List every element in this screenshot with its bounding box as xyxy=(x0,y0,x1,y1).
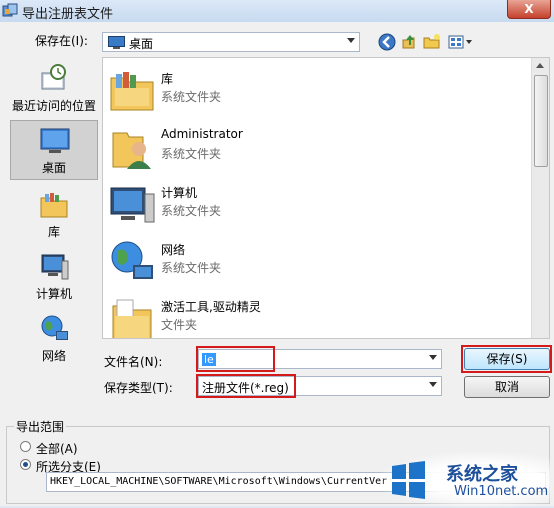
view-menu-icon[interactable] xyxy=(447,32,473,52)
watermark: 系统之家 Win10net.com xyxy=(380,452,550,508)
place-network[interactable]: 网络 xyxy=(10,309,98,367)
chevron-down-icon[interactable] xyxy=(347,38,355,43)
new-folder-icon[interactable] xyxy=(422,32,442,52)
places-bar: 最近访问的位置 桌面 库 计算机 网络 xyxy=(6,57,101,385)
place-label: 库 xyxy=(47,225,60,239)
file-type: 系统文件夹 xyxy=(161,147,222,161)
brand-logo-icon xyxy=(392,461,425,499)
filetype-dropdown[interactable]: 注册文件(*.reg) xyxy=(198,376,442,396)
place-computer[interactable]: 计算机 xyxy=(10,247,98,305)
filename-value[interactable]: le xyxy=(202,353,216,366)
place-label: 最近访问的位置 xyxy=(11,99,96,113)
recent-places-icon xyxy=(41,64,66,90)
libraries-folder-icon xyxy=(110,72,154,111)
radio-button[interactable] xyxy=(20,441,31,452)
back-icon[interactable] xyxy=(377,32,397,52)
registry-icon xyxy=(2,3,18,17)
chevron-down-icon[interactable] xyxy=(429,382,437,387)
place-label: 网络 xyxy=(41,349,66,363)
place-label: 桌面 xyxy=(41,161,66,175)
save-in-label: 保存在(I): xyxy=(35,34,88,48)
libraries-icon xyxy=(40,193,68,218)
user-folder-icon xyxy=(112,132,151,169)
filename-input[interactable]: le xyxy=(198,349,442,369)
save-in-dropdown[interactable]: 桌面 xyxy=(102,32,360,52)
list-item[interactable]: 计算机 系统文件夹 xyxy=(103,176,528,232)
scroll-up-icon[interactable] xyxy=(536,63,544,68)
dialog-body: 保存在(I): 桌面 最近访问的位置 桌面 库 计算机 网络 库 系统文件夹 A… xyxy=(0,22,554,508)
save-in-value: 桌面 xyxy=(129,37,154,51)
cancel-button[interactable]: 取消 xyxy=(464,376,550,398)
title-bar: 导出注册表文件 X xyxy=(0,0,554,22)
folder-icon xyxy=(112,299,152,338)
place-desktop[interactable]: 桌面 xyxy=(10,120,98,180)
window-title: 导出注册表文件 xyxy=(22,7,114,22)
radio-button[interactable] xyxy=(20,459,31,470)
watermark-site: Win10net.com xyxy=(454,484,549,499)
list-item[interactable]: 网络 系统文件夹 xyxy=(103,233,528,289)
save-button[interactable]: 保存(S) xyxy=(464,348,550,370)
filename-label: 文件名(N): xyxy=(104,355,163,369)
desktop-icon xyxy=(40,128,70,153)
desktop-icon xyxy=(108,36,125,49)
radio-label: 全部(A) xyxy=(36,442,78,456)
list-item[interactable]: 库 系统文件夹 xyxy=(103,62,528,118)
file-name: 库 xyxy=(161,72,174,86)
list-item[interactable]: 激活工具,驱动精灵 文件夹 xyxy=(103,290,528,338)
file-type: 系统文件夹 xyxy=(161,261,222,275)
place-label: 计算机 xyxy=(35,287,72,301)
branch-path-value: HKEY_LOCAL_MACHINE\SOFTWARE\Microsoft\Wi… xyxy=(50,476,388,487)
filetype-label: 保存类型(T): xyxy=(104,381,173,395)
filetype-value: 注册文件(*.reg) xyxy=(202,381,289,395)
place-recent[interactable]: 最近访问的位置 xyxy=(10,59,98,117)
file-type: 系统文件夹 xyxy=(161,204,222,218)
file-type: 系统文件夹 xyxy=(161,90,222,104)
network-icon xyxy=(111,241,153,279)
place-libraries[interactable]: 库 xyxy=(10,185,98,243)
file-type: 文件夹 xyxy=(161,318,198,332)
scroll-thumb[interactable] xyxy=(534,75,548,167)
file-list[interactable]: 库 系统文件夹 Administrator 系统文件夹 计算机 系统文件夹 网络… xyxy=(102,57,550,339)
up-folder-icon[interactable] xyxy=(400,32,420,52)
file-name: 计算机 xyxy=(161,186,198,200)
computer-icon xyxy=(41,254,69,280)
chevron-down-icon[interactable] xyxy=(429,355,437,360)
export-range-legend: 导出范围 xyxy=(14,418,67,435)
network-icon xyxy=(41,315,68,340)
computer-icon xyxy=(110,187,155,223)
vertical-scrollbar[interactable] xyxy=(531,58,549,338)
list-item[interactable]: Administrator 系统文件夹 xyxy=(103,119,528,175)
file-name: 激活工具,驱动精灵 xyxy=(161,300,261,314)
close-button[interactable]: X xyxy=(507,0,551,19)
watermark-brand: 系统之家 xyxy=(446,464,518,485)
file-name: Administrator xyxy=(161,127,243,141)
file-name: 网络 xyxy=(161,243,186,257)
